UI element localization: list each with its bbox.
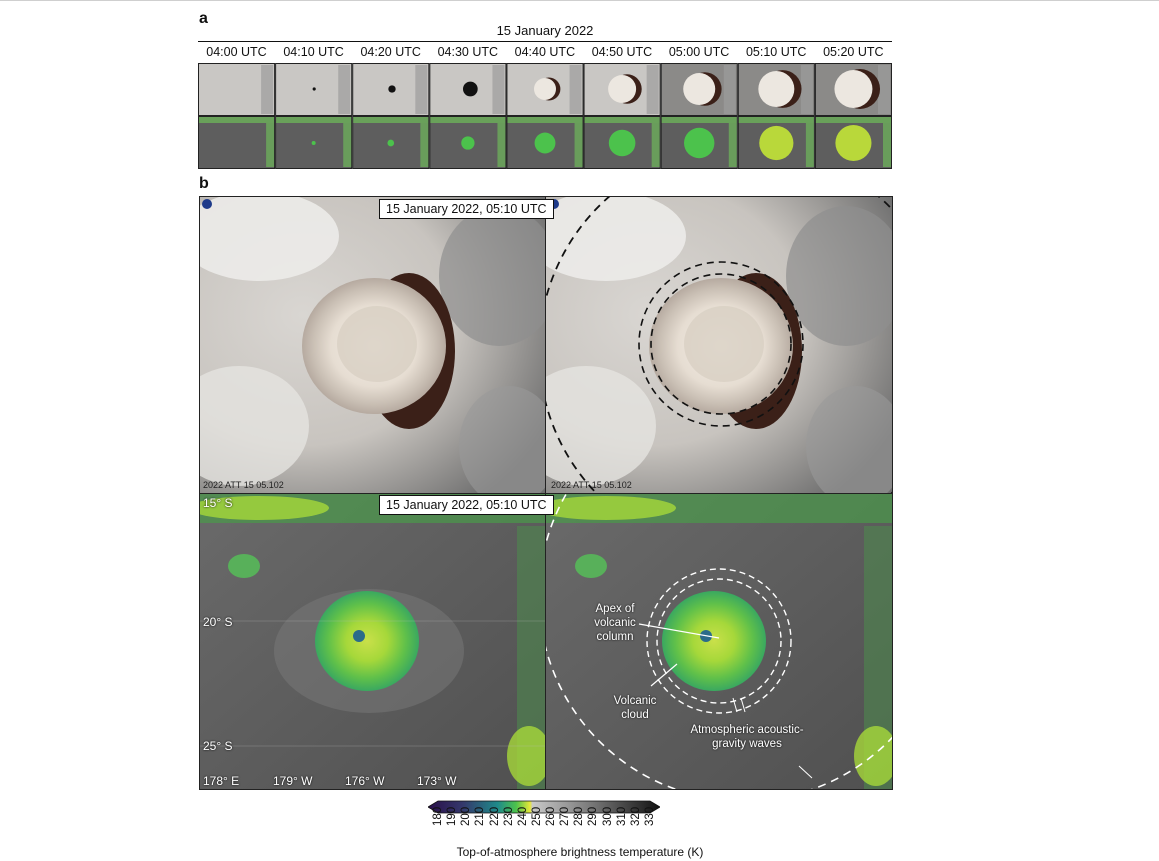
date-title: 15 January 2022 <box>496 23 594 38</box>
lat-20s: 20° S <box>203 615 233 629</box>
colorbar-tick: 190 <box>446 806 459 826</box>
infrared-image-left <box>199 493 545 790</box>
timestamp-visible: 15 January 2022, 05:10 UTC <box>379 199 554 219</box>
strip-visible-frame <box>660 63 738 116</box>
watermark-right: 2022 ATT 15 05.102 <box>551 480 632 490</box>
strip-visible-frame <box>352 63 430 116</box>
annotation-apex: Apex of volcanic column <box>594 603 636 643</box>
strip-infrared-frame <box>583 116 661 169</box>
strip-visible-frame <box>737 63 815 116</box>
lat-15s: 15° S <box>203 496 233 510</box>
time-label: 04:30 UTC <box>437 45 499 59</box>
lon-179w: 179° W <box>273 774 313 788</box>
colorbar-tick: 280 <box>573 806 586 826</box>
colorbar-tick: 210 <box>474 806 487 826</box>
strip-visible-frame <box>583 63 661 116</box>
colorbar-tick: 180 <box>432 806 444 826</box>
colorbar-tick: 330 <box>644 806 656 826</box>
strip-infrared-frame <box>737 116 815 169</box>
watermark-left: 2022 ATT 15 05.102 <box>203 480 284 490</box>
time-label: 04:40 UTC <box>514 45 576 59</box>
time-label: 04:10 UTC <box>283 45 344 59</box>
colorbar-tick: 320 <box>629 806 642 826</box>
time-label: 05:10 UTC <box>745 45 807 59</box>
colorbar-tick: 290 <box>587 806 600 826</box>
visible-image-left <box>199 196 545 493</box>
lon-178e: 178° E <box>203 774 240 788</box>
colorbar-tick: 300 <box>601 806 614 826</box>
date-rule <box>198 41 892 42</box>
time-label: 05:20 UTC <box>823 45 884 59</box>
panel-b-figure <box>199 196 893 790</box>
annotation-gravity-waves: Atmospheric acoustic- gravity waves <box>690 724 804 750</box>
colorbar-tick: 200 <box>460 806 473 826</box>
top-rule <box>0 0 1159 1</box>
time-label: 04:00 UTC <box>206 45 267 59</box>
strip-infrared-frame <box>660 116 738 169</box>
lon-173w: 173° W <box>417 774 457 788</box>
strip-visible-frame <box>506 63 584 116</box>
time-label-row: 04:00 UTC 04:10 UTC 04:20 UTC 04:30 UTC 04:4… <box>198 45 892 61</box>
time-label: 04:50 UTC <box>591 45 653 59</box>
lat-25s: 25° S <box>203 739 233 753</box>
strip-visible-frame <box>275 63 353 116</box>
timestamp-infrared: 15 January 2022, 05:10 UTC <box>379 495 554 515</box>
time-series-strip <box>198 63 892 169</box>
lon-176w: 176° W <box>345 774 385 788</box>
colorbar-tick: 220 <box>488 806 501 826</box>
colorbar-tick: 230 <box>502 806 515 826</box>
strip-visible-frame <box>198 63 276 116</box>
strip-infrared-frame <box>352 116 430 169</box>
time-label: 04:20 UTC <box>360 45 421 59</box>
annotation-volcanic-cloud: Volcanic cloud <box>613 695 657 721</box>
panel-label-b: b <box>199 175 209 192</box>
strip-infrared-frame <box>814 116 892 169</box>
strip-infrared-frame <box>429 116 507 169</box>
strip-infrared-frame <box>275 116 353 169</box>
strip-infrared-frame <box>506 116 584 169</box>
strip-visible-frame <box>429 63 507 116</box>
colorbar-tick: 310 <box>615 806 628 826</box>
strip-infrared-frame <box>198 116 276 169</box>
colorbar-title: Top-of-atmosphere brightness temperature… <box>456 845 704 859</box>
colorbar-tick: 270 <box>559 806 572 826</box>
strip-visible-frame <box>814 63 892 116</box>
colorbar-tick: 250 <box>530 806 543 826</box>
colorbar-tick: 240 <box>516 806 529 826</box>
colorbar-tick: 260 <box>545 806 558 826</box>
time-label: 05:00 UTC <box>668 45 730 59</box>
